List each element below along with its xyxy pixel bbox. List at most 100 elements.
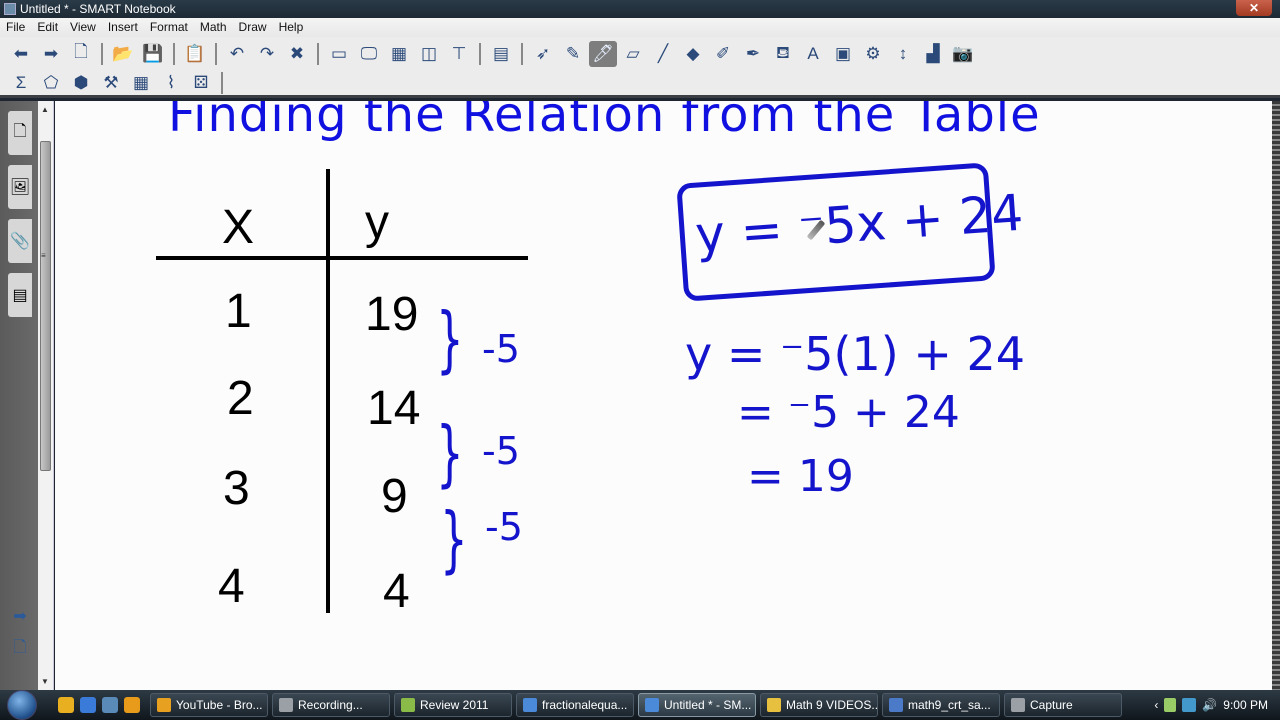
screen-capture-icon[interactable]: 📷 — [949, 41, 977, 67]
page-sorter-tab[interactable]: 🗋 — [8, 111, 32, 155]
task-app-icon — [523, 698, 537, 712]
attachments-tab[interactable]: 📎 — [8, 219, 32, 263]
menu-insert[interactable]: Insert — [102, 18, 144, 37]
save-icon[interactable]: 💾 — [139, 41, 167, 67]
notebook-page[interactable]: Finding the Relation from the Table X y … — [55, 101, 1272, 690]
properties-icon[interactable]: ▣ — [829, 41, 857, 67]
menu-view[interactable]: View — [64, 18, 102, 37]
magic-pen-icon[interactable]: ✒ — [739, 41, 767, 67]
vertical-scrollbar[interactable]: ▲ ≡ ▼ — [38, 101, 54, 690]
taskbar-button[interactable]: Recording... — [272, 693, 390, 717]
task-label: fractionalequa... — [542, 698, 628, 712]
table-cell-x: 1 — [225, 285, 252, 338]
document-camera-icon[interactable]: ⊤ — [445, 41, 473, 67]
taskbar-button[interactable]: math9_crt_sa... — [882, 693, 1000, 717]
task-buttons: YouTube - Bro... Recording... Review 2011 f… — [150, 693, 1126, 717]
task-app-icon — [889, 698, 903, 712]
gallery-tab[interactable]: 🖼 — [8, 165, 32, 209]
internet-explorer-icon[interactable] — [80, 697, 96, 713]
add-page-icon[interactable]: 🗋 — [8, 636, 32, 660]
math-tools-icon[interactable]: ⚄ — [187, 70, 215, 96]
scroll-thumb[interactable] — [40, 141, 51, 471]
tray-expand-icon[interactable]: ‹ — [1154, 698, 1158, 712]
select-icon[interactable]: ➶ — [529, 41, 557, 67]
menu-draw[interactable]: Draw — [233, 18, 273, 37]
network-icon[interactable] — [1182, 698, 1197, 712]
sigma-icon[interactable]: Σ — [7, 70, 35, 96]
scroll-up-icon[interactable]: ▲ — [41, 105, 49, 114]
dual-page-icon[interactable]: ◫ — [415, 41, 443, 67]
volume-icon[interactable]: 🔊 — [1202, 698, 1217, 712]
toolbar-separator — [221, 71, 223, 94]
menu-help[interactable]: Help — [273, 18, 310, 37]
table-cell-y: 9 — [381, 470, 408, 523]
menu-math[interactable]: Math — [194, 18, 233, 37]
text-icon[interactable]: A — [799, 41, 827, 67]
screen-shade-icon[interactable]: ▭ — [325, 41, 353, 67]
recorder-icon[interactable]: ▟ — [919, 41, 947, 67]
taskbar-button[interactable]: YouTube - Bro... — [150, 693, 268, 717]
chrome-icon[interactable] — [58, 697, 74, 713]
fill-icon[interactable]: ⛾ — [769, 41, 797, 67]
task-app-icon — [279, 698, 293, 712]
polygon-icon[interactable]: ⬠ — [37, 70, 65, 96]
delete-icon[interactable]: ✖ — [283, 41, 311, 67]
menu-file[interactable]: File — [0, 18, 31, 37]
clock[interactable]: 9:00 PM — [1223, 698, 1268, 712]
toolbar-separator — [521, 42, 523, 65]
scroll-down-icon[interactable]: ▼ — [41, 677, 49, 686]
taskbar-button[interactable]: fractionalequa... — [516, 693, 634, 717]
taskbar-button[interactable]: Review 2011 — [394, 693, 512, 717]
table-icon[interactable]: ▤ — [487, 41, 515, 67]
forward-icon[interactable]: ➡ — [37, 41, 65, 67]
menu-format[interactable]: Format — [144, 18, 194, 37]
creative-pen-icon[interactable]: 🖊 — [589, 40, 617, 67]
start-button[interactable] — [0, 690, 44, 720]
close-button[interactable]: ✕ — [1236, 0, 1272, 16]
media-player-icon[interactable] — [124, 697, 140, 713]
paste-icon[interactable]: 📋 — [181, 41, 209, 67]
app-icon — [4, 3, 16, 15]
task-app-icon — [767, 698, 781, 712]
smart-notebook-window: Untitled * - SMART Notebook ✕ File Edit Vi… — [0, 0, 1280, 720]
3d-shapes-icon[interactable]: ⬢ — [67, 70, 95, 96]
task-app-icon — [645, 698, 659, 712]
pen-icon[interactable]: ✎ — [559, 41, 587, 67]
add-page-icon[interactable]: 🗋 — [67, 41, 95, 67]
back-icon[interactable]: ⬅ — [7, 41, 35, 67]
measurement-tools-icon[interactable]: ⚙ — [859, 41, 887, 67]
move-toolbar-icon[interactable]: ↕ — [889, 41, 917, 67]
taskbar: YouTube - Bro... Recording... Review 2011 f… — [0, 690, 1280, 720]
geometry-tools-icon[interactable]: ⚒ — [97, 70, 125, 96]
task-app-icon — [401, 698, 415, 712]
difference-label: -5 — [482, 327, 520, 371]
eraser-icon[interactable]: ▱ — [619, 41, 647, 67]
table-sigma-icon[interactable]: ▦ — [127, 70, 155, 96]
undo-icon[interactable]: ↶ — [223, 41, 251, 67]
redo-icon[interactable]: ↷ — [253, 41, 281, 67]
math-toolbar: Σ ⬠ ⬢ ⚒ ▦ ⌇ ⚄ — [0, 70, 1280, 98]
power-icon[interactable] — [1164, 698, 1177, 712]
properties-tab[interactable]: ▤ — [8, 273, 32, 317]
full-screen-icon[interactable]: 🖵 — [355, 41, 383, 67]
taskbar-button[interactable]: Capture — [1004, 693, 1122, 717]
title-bar: Untitled * - SMART Notebook ✕ — [0, 0, 1280, 18]
taskbar-button[interactable]: Untitled * - SM... — [638, 693, 756, 717]
table-vertical-line — [326, 169, 330, 613]
graph-icon[interactable]: ⌇ — [157, 70, 185, 96]
toolbar-separator — [173, 42, 175, 65]
window-edge — [1272, 101, 1280, 690]
regular-polygon-icon[interactable]: ✐ — [709, 41, 737, 67]
transparent-background-icon[interactable]: ▦ — [385, 41, 413, 67]
shapes-icon[interactable]: ◆ — [679, 41, 707, 67]
windows-orb-icon — [7, 690, 37, 720]
table-cell-x: 4 — [218, 560, 245, 613]
open-file-icon[interactable]: 📂 — [109, 41, 137, 67]
menu-edit[interactable]: Edit — [31, 18, 64, 37]
forward-arrow-icon[interactable]: ➡ — [8, 606, 32, 630]
line-icon[interactable]: ╱ — [649, 41, 677, 67]
table-header-x: X — [222, 201, 255, 254]
show-desktop-icon[interactable] — [102, 697, 118, 713]
taskbar-button[interactable]: Math 9 VIDEOS... — [760, 693, 878, 717]
task-label: Untitled * - SM... — [664, 698, 752, 712]
